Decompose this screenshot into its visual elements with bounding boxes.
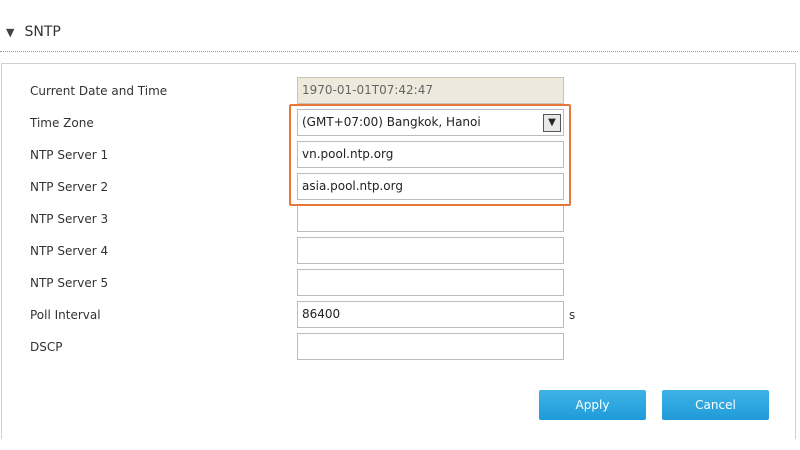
poll-interval-unit: s	[569, 308, 576, 322]
ntp-server-3-label: NTP Server 3	[30, 212, 109, 226]
ntp-server-5-label: NTP Server 5	[30, 276, 109, 290]
ntp-server-5-row: NTP Server 5	[2, 269, 795, 297]
dscp-label: DSCP	[30, 340, 63, 354]
current-datetime-field: 1970-01-01T07:42:47	[297, 77, 564, 104]
collapse-caret-icon[interactable]: ▼	[6, 26, 14, 39]
time-zone-select[interactable]: (GMT+07:00) Bangkok, Hanoi ▼	[297, 109, 564, 136]
ntp-server-2-row: NTP Server 2 asia.pool.ntp.org	[2, 173, 795, 201]
ntp-server-4-row: NTP Server 4	[2, 237, 795, 265]
current-datetime-label: Current Date and Time	[30, 84, 168, 98]
ntp-server-1-label: NTP Server 1	[30, 148, 109, 162]
ntp-server-5-input[interactable]	[297, 269, 564, 296]
ntp-server-2-input[interactable]: asia.pool.ntp.org	[297, 173, 564, 200]
apply-button[interactable]: Apply	[539, 390, 646, 420]
time-zone-label: Time Zone	[30, 116, 94, 130]
sntp-form-panel: Current Date and Time 1970-01-01T07:42:4…	[1, 63, 796, 439]
ntp-server-1-row: NTP Server 1 vn.pool.ntp.org	[2, 141, 795, 169]
poll-interval-label: Poll Interval	[30, 308, 101, 322]
section-title: SNTP	[24, 24, 61, 40]
cancel-button[interactable]: Cancel	[662, 390, 769, 420]
sntp-section-header[interactable]: ▼ SNTP	[2, 20, 798, 44]
section-divider	[0, 51, 798, 52]
ntp-server-4-label: NTP Server 4	[30, 244, 109, 258]
ntp-server-4-input[interactable]	[297, 237, 564, 264]
dscp-row: DSCP	[2, 333, 795, 361]
current-datetime-row: Current Date and Time 1970-01-01T07:42:4…	[2, 77, 795, 105]
dscp-input[interactable]	[297, 333, 564, 360]
ntp-server-3-input[interactable]	[297, 205, 564, 232]
time-zone-selected-value: (GMT+07:00) Bangkok, Hanoi	[302, 115, 481, 129]
poll-interval-row: Poll Interval 86400 s	[2, 301, 795, 329]
ntp-server-3-row: NTP Server 3	[2, 205, 795, 233]
ntp-server-2-label: NTP Server 2	[30, 180, 109, 194]
chevron-down-icon[interactable]: ▼	[543, 113, 561, 132]
time-zone-row: Time Zone (GMT+07:00) Bangkok, Hanoi ▼	[2, 109, 795, 137]
poll-interval-input[interactable]: 86400	[297, 301, 564, 328]
ntp-server-1-input[interactable]: vn.pool.ntp.org	[297, 141, 564, 168]
